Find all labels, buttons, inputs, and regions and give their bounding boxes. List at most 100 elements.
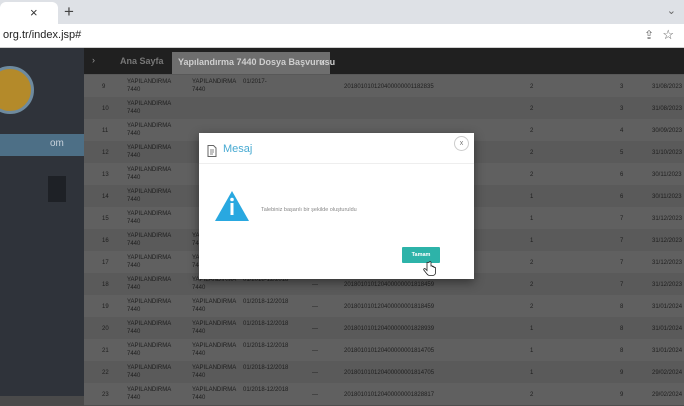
document-icon bbox=[207, 144, 217, 162]
table-cell-f: 2 bbox=[530, 172, 534, 178]
tab-home[interactable]: Ana Sayfa bbox=[120, 56, 164, 66]
table-cell-no: 18 bbox=[102, 282, 109, 288]
table-cell-no: 17 bbox=[102, 260, 109, 266]
table-cell-e: 201801010120400000001828817 bbox=[344, 392, 435, 398]
table-cell-h: 31/01/2024 bbox=[652, 304, 683, 310]
tab-search-chevron-icon[interactable]: ⌄ bbox=[667, 4, 676, 17]
table-row[interactable]: 21 YAPILANDIRMA 7440 YAPILANDIRMA 7440 01/2… bbox=[84, 339, 684, 362]
table-cell-no: 19 bbox=[102, 304, 109, 310]
table-row[interactable]: 10 YAPILANDIRMA 7440 2 3 31/08/2023 bbox=[84, 97, 684, 120]
table-cell-e: 201801010120400000001814705 bbox=[344, 370, 435, 376]
table-cell-a: YAPILANDIRMA 7440 bbox=[127, 145, 171, 159]
table-cell-b: YAPILANDIRMA 7440 bbox=[192, 343, 236, 357]
table-row[interactable]: 22 YAPILANDIRMA 7440 YAPILANDIRMA 7440 01/2… bbox=[84, 361, 684, 384]
table-cell-a: YAPILANDIRMA 7440 bbox=[127, 299, 171, 313]
table-cell-h: 31/12/2023 bbox=[652, 238, 683, 244]
table-cell-e: 201801010120400000001818459 bbox=[344, 304, 435, 310]
table-cell-f: 2 bbox=[530, 84, 534, 90]
dialog-divider bbox=[199, 163, 474, 164]
table-cell-f: 1 bbox=[530, 238, 534, 244]
table-cell-a: YAPILANDIRMA 7440 bbox=[127, 211, 171, 225]
table-cell-b: YAPILANDIRMA 7440 bbox=[192, 321, 236, 335]
share-icon[interactable]: ⇪ bbox=[644, 28, 654, 42]
tab-close-icon[interactable]: × bbox=[320, 57, 325, 67]
table-cell-h: 29/02/2024 bbox=[652, 392, 683, 398]
table-cell-f: 2 bbox=[530, 106, 534, 112]
table-cell-c: 01/2018-12/2018 bbox=[243, 321, 289, 327]
table-cell-a: YAPILANDIRMA 7440 bbox=[127, 343, 171, 357]
sidebar-item-active[interactable]: om bbox=[0, 134, 84, 156]
table-cell-f: 1 bbox=[530, 194, 534, 200]
table-cell-h: 31/12/2023 bbox=[652, 260, 683, 266]
table-cell-no: 14 bbox=[102, 194, 109, 200]
url-text[interactable]: org.tr/index.jsp# bbox=[3, 29, 81, 41]
close-icon[interactable]: x bbox=[454, 136, 469, 151]
new-tab-icon[interactable]: + bbox=[64, 2, 74, 22]
table-cell-c: 01/2017- bbox=[243, 79, 267, 85]
table-cell-b: YAPILANDIRMA 7440 bbox=[192, 387, 236, 401]
table-cell-no: 21 bbox=[102, 348, 109, 354]
table-cell-g: 7 bbox=[620, 260, 624, 266]
table-cell-g: 8 bbox=[620, 326, 624, 332]
table-row[interactable]: 9 YAPILANDIRMA 7440 YAPILANDIRMA 7440 01/20… bbox=[84, 75, 684, 98]
table-cell-g: 4 bbox=[620, 128, 624, 134]
table-cell-no: 20 bbox=[102, 326, 109, 332]
bookmark-star-icon[interactable]: ☆ bbox=[662, 27, 674, 43]
table-cell-a: YAPILANDIRMA 7440 bbox=[127, 321, 171, 335]
browser-tab-strip: × + ⌄ bbox=[0, 0, 684, 24]
table-cell-c: 01/2018-12/2018 bbox=[243, 365, 289, 371]
table-cell-e: 201801010120400000001814705 bbox=[344, 348, 435, 354]
table-cell-a: YAPILANDIRMA 7440 bbox=[127, 189, 171, 203]
sidebar-decoration bbox=[48, 176, 66, 202]
app-viewport: om › Ana Sayfa Yapılandırma 7440 Dosya B… bbox=[0, 48, 684, 406]
tab-active[interactable]: Yapılandırma 7440 Dosya Başvurusu × bbox=[172, 52, 335, 74]
table-cell-no: 11 bbox=[102, 128, 109, 134]
tab-close-icon[interactable]: × bbox=[30, 5, 38, 20]
table-cell-h: 31/10/2023 bbox=[652, 150, 683, 156]
table-cell-a: YAPILANDIRMA 7440 bbox=[127, 387, 171, 401]
table-cell-h: 31/12/2023 bbox=[652, 282, 683, 288]
table-cell-c: 01/2018-12/2018 bbox=[243, 343, 289, 349]
table-row[interactable]: 19 YAPILANDIRMA 7440 YAPILANDIRMA 7440 01/2… bbox=[84, 295, 684, 318]
table-cell-b: YAPILANDIRMA 7440 bbox=[192, 365, 236, 379]
table-cell-e: 201801010120400000001828939 bbox=[344, 326, 435, 332]
tab-scroll-arrow-icon[interactable]: › bbox=[92, 55, 95, 65]
table-cell-h: 31/01/2024 bbox=[652, 326, 683, 332]
table-cell-g: 9 bbox=[620, 392, 624, 398]
table-cell-g: 6 bbox=[620, 194, 624, 200]
table-cell-b: YAPILANDIRMA 7440 bbox=[192, 299, 236, 313]
table-cell-g: 9 bbox=[620, 370, 624, 376]
content-tab-bar: › Ana Sayfa Yapılandırma 7440 Dosya Başv… bbox=[84, 48, 684, 74]
table-row[interactable]: 23 YAPILANDIRMA 7440 YAPILANDIRMA 7440 01/2… bbox=[84, 383, 684, 406]
table-cell-a: YAPILANDIRMA 7440 bbox=[127, 255, 171, 269]
table-row[interactable]: 20 YAPILANDIRMA 7440 YAPILANDIRMA 7440 01/2… bbox=[84, 317, 684, 340]
table-cell-b: YAPILANDIRMA 7440 bbox=[192, 79, 236, 93]
dialog-header: Mesaj x bbox=[199, 133, 474, 163]
browser-tab[interactable]: × bbox=[0, 2, 58, 24]
table-cell-f: 2 bbox=[530, 260, 534, 266]
table-cell-d: — bbox=[312, 370, 318, 376]
table-cell-h: 31/12/2023 bbox=[652, 216, 683, 222]
logo bbox=[0, 66, 34, 114]
table-cell-a: YAPILANDIRMA 7440 bbox=[127, 167, 171, 181]
table-cell-g: 8 bbox=[620, 348, 624, 354]
table-cell-no: 23 bbox=[102, 392, 109, 398]
table-cell-f: 2 bbox=[530, 304, 534, 310]
table-cell-h: 30/11/2023 bbox=[652, 172, 682, 178]
table-cell-no: 12 bbox=[102, 150, 109, 156]
table-cell-no: 9 bbox=[102, 84, 106, 90]
table-cell-h: 30/11/2023 bbox=[652, 194, 682, 200]
table-cell-a: YAPILANDIRMA 7440 bbox=[127, 123, 171, 137]
table-cell-f: 1 bbox=[530, 326, 534, 332]
table-cell-d: — bbox=[312, 392, 318, 398]
address-bar[interactable]: org.tr/index.jsp# ⇪ ☆ bbox=[0, 24, 684, 48]
table-cell-g: 5 bbox=[620, 150, 624, 156]
table-cell-g: 7 bbox=[620, 282, 624, 288]
table-cell-g: 3 bbox=[620, 106, 624, 112]
table-cell-c: 01/2018-12/2018 bbox=[243, 387, 289, 393]
table-cell-a: YAPILANDIRMA 7440 bbox=[127, 79, 171, 93]
table-cell-a: YAPILANDIRMA 7440 bbox=[127, 365, 171, 379]
table-cell-d: — bbox=[312, 282, 318, 288]
table-cell-g: 7 bbox=[620, 238, 624, 244]
dialog-message: Talebiniz başarılı bir şekilde oluşturul… bbox=[261, 207, 357, 213]
